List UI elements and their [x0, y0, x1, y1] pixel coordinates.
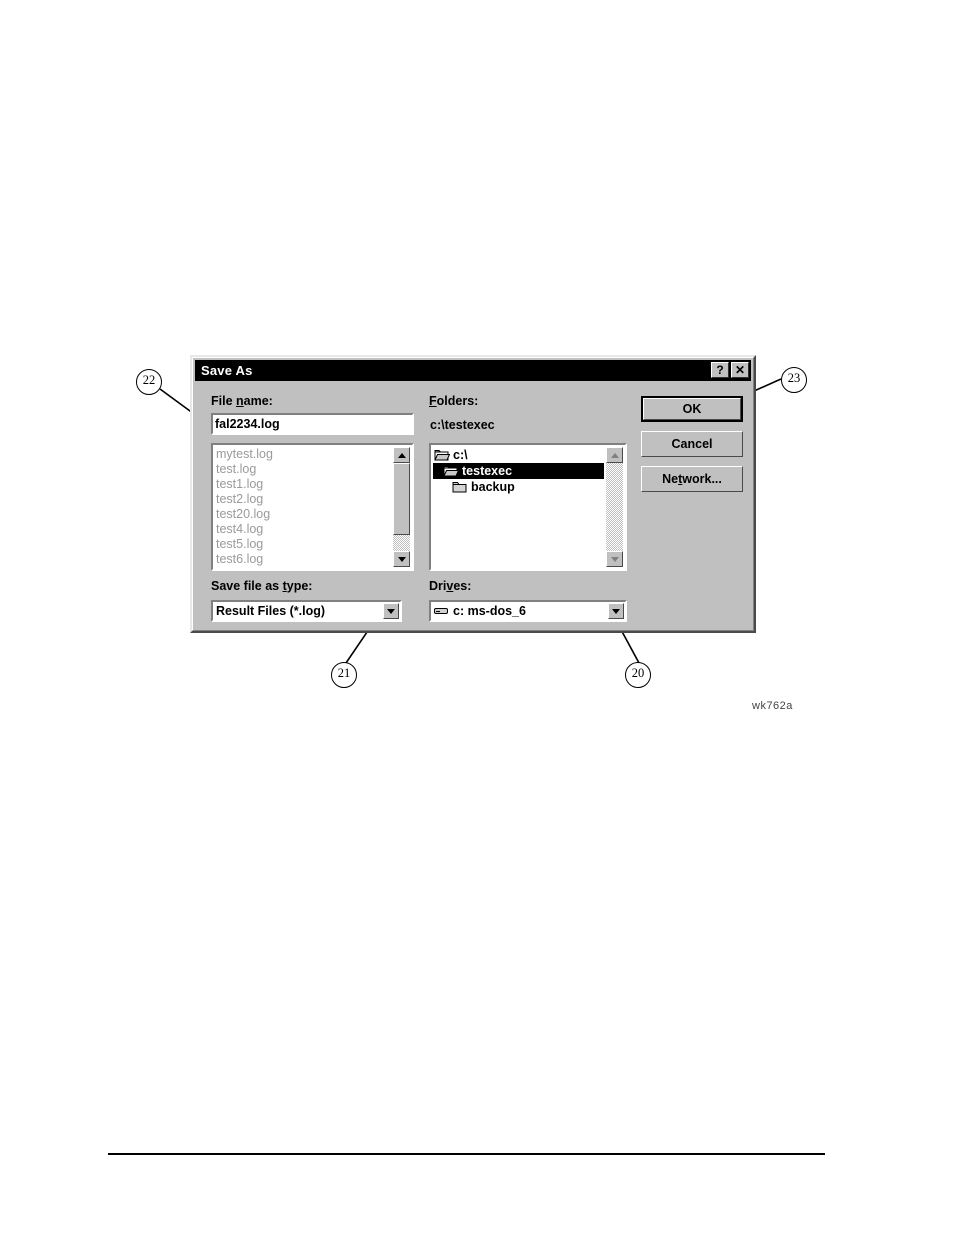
cancel-button[interactable]: Cancel	[641, 431, 743, 457]
save-type-label-post: ype:	[286, 579, 313, 593]
list-item[interactable]: test1.log	[215, 477, 385, 492]
arrow-down-glyph	[387, 608, 395, 614]
close-glyph: ✕	[734, 363, 746, 377]
folder-tree-item-label: testexec	[462, 464, 513, 478]
folders-label-post: olders:	[436, 394, 479, 408]
chevron-down-icon[interactable]	[383, 603, 399, 619]
folder-closed-icon	[452, 481, 467, 492]
file-list-box[interactable]: mytest.log test.log test1.log test2.log …	[211, 443, 414, 571]
drives-value: c: ms-dos_6	[453, 604, 526, 618]
save-file-as-type-value: Result Files (*.log)	[216, 604, 326, 618]
list-item[interactable]: test2.log	[215, 492, 385, 507]
cancel-button-label: Cancel	[671, 437, 713, 451]
current-path: c:\testexec	[430, 418, 495, 432]
scroll-down-icon[interactable]	[606, 551, 623, 567]
save-file-as-type-dropdown[interactable]: Result Files (*.log)	[211, 600, 402, 622]
folder-tree-item-backup[interactable]: backup	[433, 479, 604, 495]
file-name-label-accel: n	[236, 394, 244, 408]
titlebar: Save As ? ✕	[195, 360, 751, 381]
arrow-down-glyph	[610, 556, 619, 562]
arrow-up-glyph	[397, 452, 406, 458]
file-name-label: File name:	[211, 394, 273, 408]
list-item[interactable]: test.log	[215, 462, 385, 477]
scroll-down-icon[interactable]	[393, 551, 410, 567]
drives-label-post: es:	[453, 579, 472, 593]
page-footer-rule	[108, 1153, 825, 1155]
save-type-label-pre: Save file as	[211, 579, 283, 593]
callout-20-number: 20	[631, 666, 645, 680]
network-label-pre: Ne	[662, 472, 679, 486]
file-list-scroll-thumb[interactable]	[393, 463, 410, 535]
help-glyph: ?	[716, 363, 724, 377]
close-icon[interactable]: ✕	[731, 362, 749, 378]
figure-id-label: wk762a	[752, 700, 793, 712]
folders-tree-box[interactable]: c:\ testexec backup	[429, 443, 627, 571]
drive-icon	[434, 608, 448, 614]
folder-tree-item-label: c:\	[453, 448, 468, 462]
titlebar-buttons: ? ✕	[711, 362, 749, 378]
callout-21-number: 21	[337, 666, 351, 680]
folder-tree-item-root[interactable]: c:\	[433, 447, 604, 463]
folder-tree-item-label: backup	[471, 480, 515, 494]
folder-open-icon	[443, 465, 459, 476]
file-list-scrollbar[interactable]	[393, 447, 410, 567]
folder-open-icon	[434, 449, 450, 460]
folders-scrollbar[interactable]	[606, 447, 623, 567]
file-name-label-pre: File	[211, 394, 237, 408]
folders-label: Folders:	[429, 394, 478, 408]
dialog-title: Save As	[201, 363, 253, 378]
scroll-up-icon[interactable]	[606, 447, 623, 463]
save-file-as-type-label: Save file as type:	[211, 579, 312, 593]
drives-label-pre: Dri	[429, 579, 447, 593]
file-name-value: fal2234.log	[215, 417, 280, 431]
callout-22-number: 22	[142, 373, 156, 387]
drives-label: Drives:	[429, 579, 471, 593]
list-item[interactable]: test6.log	[215, 552, 385, 567]
help-icon[interactable]: ?	[711, 362, 729, 378]
scroll-up-icon[interactable]	[393, 447, 410, 463]
arrow-down-glyph	[397, 556, 406, 562]
arrow-up-glyph	[610, 452, 619, 458]
file-name-field[interactable]: fal2234.log	[211, 413, 414, 435]
arrow-down-glyph	[612, 608, 620, 614]
network-button[interactable]: Network...	[641, 466, 743, 492]
file-list-items: mytest.log test.log test1.log test2.log …	[215, 447, 385, 567]
save-as-dialog: Save As ? ✕ File name: fal2234.log mytes…	[190, 355, 756, 633]
folders-scroll-track[interactable]	[606, 463, 623, 551]
ok-button-inner: OK	[643, 398, 741, 420]
list-item[interactable]: mytest.log	[215, 447, 385, 462]
ok-button-label: OK	[682, 402, 702, 416]
list-item[interactable]: test20.log	[215, 507, 385, 522]
network-button-label: Network...	[662, 472, 722, 486]
callout-23: 23	[781, 367, 807, 393]
drives-value-wrap: c: ms-dos_6	[434, 603, 526, 619]
ok-button[interactable]: OK	[641, 396, 743, 422]
callout-23-number: 23	[787, 371, 801, 385]
file-name-label-post: ame:	[243, 394, 273, 408]
dialog-inner-frame: Save As ? ✕ File name: fal2234.log mytes…	[192, 357, 754, 631]
callout-22: 22	[136, 369, 162, 395]
folder-tree-item-testexec[interactable]: testexec	[433, 463, 604, 479]
network-label-post: work...	[682, 472, 722, 486]
drives-dropdown[interactable]: c: ms-dos_6	[429, 600, 627, 622]
chevron-down-icon[interactable]	[608, 603, 624, 619]
list-item[interactable]: test4.log	[215, 522, 385, 537]
figure-save-as-dialog: 22 23 21 20 Save As ? ✕ File name: fal22…	[0, 0, 954, 740]
folders-tree-items: c:\ testexec backup	[433, 447, 604, 495]
list-item[interactable]: test5.log	[215, 537, 385, 552]
callout-20: 20	[625, 662, 651, 688]
callout-21: 21	[331, 662, 357, 688]
folders-label-accel: F	[429, 394, 437, 408]
